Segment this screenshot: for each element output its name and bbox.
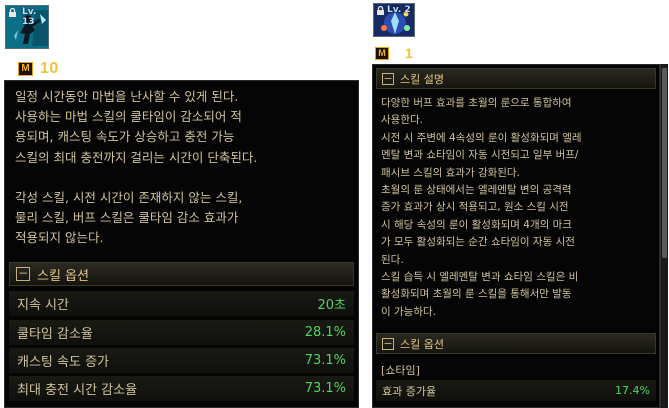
option-row: 최대 충전 시간 감소율 73.1% bbox=[9, 376, 354, 401]
collapse-icon[interactable]: − bbox=[382, 337, 394, 350]
option-value: 73.1% bbox=[304, 381, 346, 396]
mastery-count: 1 bbox=[405, 45, 414, 61]
option-name: 효과 증가율 bbox=[382, 384, 437, 398]
options-header-label: 스킬 옵션 bbox=[37, 268, 89, 284]
description-text: 다양한 버프 효과를 초월의 룬으로 통합하여 사용한다. 시전 시 주변에 4… bbox=[381, 97, 582, 318]
option-row: 캐스팅 속도 증가 73.1% bbox=[9, 348, 354, 373]
sub-skill-label: [쇼타임] bbox=[381, 364, 420, 377]
option-value: 17.4% bbox=[615, 384, 650, 397]
description-text: 일정 시간동안 마법을 난사할 수 있게 된다. 사용하는 마법 스킬의 쿨타임… bbox=[15, 89, 258, 246]
skill-description-header[interactable]: − 스킬 설명 bbox=[376, 68, 656, 89]
collapse-icon[interactable]: − bbox=[382, 72, 394, 85]
left-skill-icon: Lv. 13 bbox=[5, 5, 49, 49]
mastery-badge: M bbox=[375, 47, 389, 60]
skill-options-header[interactable]: − 스킬 옵션 bbox=[376, 333, 656, 354]
skill-level: Lv. 2 bbox=[387, 5, 411, 15]
options-header-label: 스킬 옵션 bbox=[400, 337, 444, 351]
skill-description: 다양한 버프 효과를 초월의 룬으로 통합하여 사용한다. 시전 시 주변에 4… bbox=[381, 95, 657, 321]
skill-description: 일정 시간동안 마법을 난사할 수 있게 된다. 사용하는 마법 스킬의 쿨타임… bbox=[15, 87, 355, 249]
tooltip-scrollbar[interactable] bbox=[660, 64, 668, 408]
option-name: 지속 시간 bbox=[17, 298, 69, 313]
collapse-icon[interactable]: − bbox=[16, 267, 30, 281]
right-skill-icon: Lv. 2 bbox=[373, 3, 415, 37]
option-name: 캐스팅 속도 증가 bbox=[17, 355, 109, 370]
scrollbar-thumb[interactable] bbox=[662, 68, 667, 258]
option-name: 최대 충전 시간 감소율 bbox=[17, 383, 138, 398]
option-value: 73.1% bbox=[304, 353, 346, 368]
option-row: 효과 증가율 17.4% bbox=[376, 380, 656, 401]
mastery-badge: M bbox=[18, 62, 33, 76]
skill-level: Lv. 13 bbox=[22, 7, 37, 27]
lock-icon bbox=[377, 6, 384, 15]
right-skill-tooltip: − 스킬 설명 다양한 버프 효과를 초월의 룬으로 통합하여 사용한다. 시전… bbox=[372, 64, 660, 408]
option-value: 20초 bbox=[317, 298, 346, 313]
option-row: 쿨타임 감소율 28.1% bbox=[9, 320, 354, 345]
option-value: 28.1% bbox=[304, 325, 346, 340]
option-row: 지속 시간 20초 bbox=[9, 291, 354, 316]
left-skill-tooltip: 일정 시간동안 마법을 난사할 수 있게 된다. 사용하는 마법 스킬의 쿨타임… bbox=[4, 80, 359, 408]
mastery-count: 10 bbox=[40, 60, 59, 77]
lock-icon bbox=[9, 8, 16, 17]
skill-options-header[interactable]: − 스킬 옵션 bbox=[9, 262, 354, 286]
option-name: 쿨타임 감소율 bbox=[17, 327, 93, 342]
desc-header-label: 스킬 설명 bbox=[400, 72, 444, 86]
